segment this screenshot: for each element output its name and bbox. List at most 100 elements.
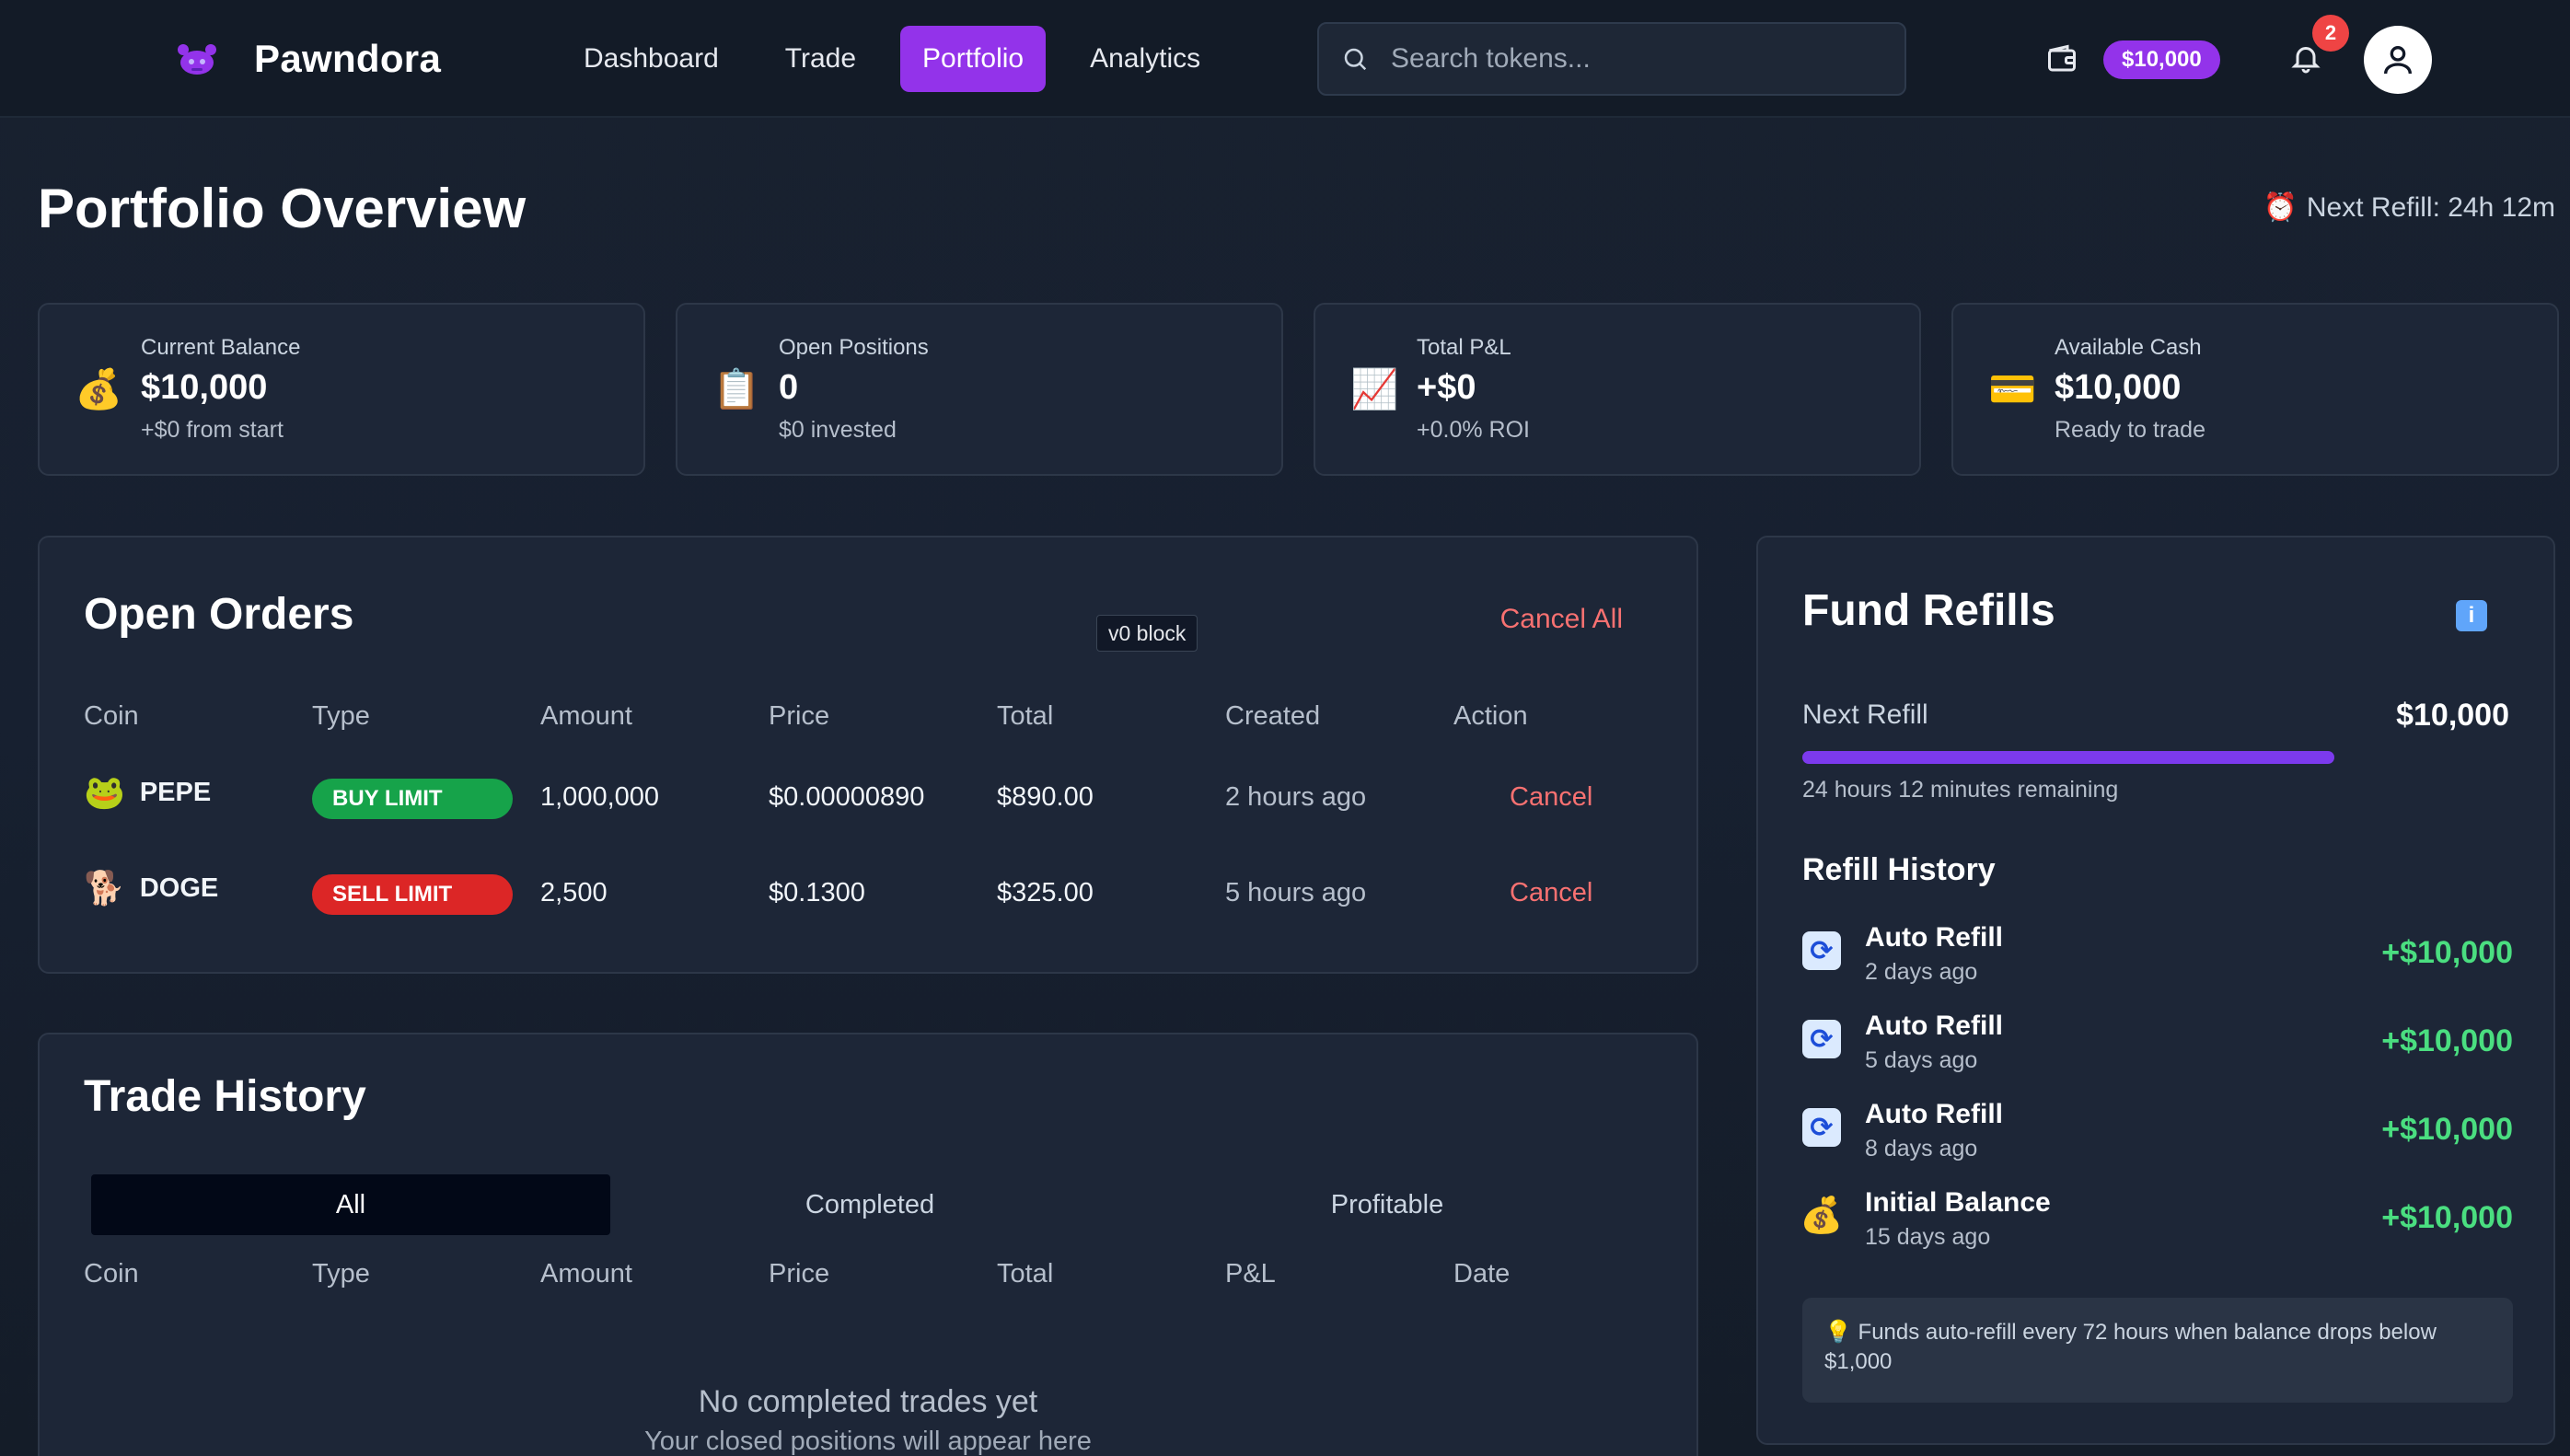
column-header-coin: Coin [84,701,139,731]
refill-when: 15 days ago [1865,1224,1991,1250]
trade-history-title: Trade History [84,1072,366,1121]
nav-portfolio[interactable]: Portfolio [900,26,1047,92]
cancel-order-button[interactable]: Cancel [1510,878,1592,908]
refill-amount: +$10,000 [2381,1112,2513,1147]
user-icon [2384,46,2412,75]
next-refill-text: Next Refill: 24h 12m [2306,191,2555,223]
stat-value: $10,000 [141,368,268,407]
top-navbar: Pawndora Dashboard Trade Portfolio Analy… [0,0,2570,118]
column-header-type: Type [312,701,370,731]
info-icon[interactable]: i [2456,600,2487,631]
column-header-total: Total [997,701,1054,731]
cancel-order-button[interactable]: Cancel [1510,782,1592,813]
coin-symbol: PEPE [139,777,212,807]
trade-history-panel: Trade History All Completed Profitable C… [38,1033,1698,1456]
stat-label: Current Balance [141,335,301,360]
balance-pill[interactable]: $10,000 [2103,40,2220,79]
refill-amount: +$10,000 [2381,1200,2513,1235]
alarm-clock-icon: ⏰ [2263,192,2298,223]
refresh-icon: ⟳ [1802,931,1841,970]
search-input[interactable] [1391,43,1888,75]
order-created: 5 hours ago [1225,878,1367,907]
next-refill-label: Next Refill [1802,699,1928,730]
column-header-amount: Amount [540,701,632,731]
refresh-icon: ⟳ [1802,1020,1841,1058]
order-type-badge: SELL LIMIT [312,874,513,915]
avatar[interactable] [2364,26,2432,94]
stat-sub: +0.0% ROI [1417,417,1530,443]
column-header-action: Action [1453,701,1528,731]
dog-icon: 🐕 [84,869,125,907]
search-bar[interactable] [1317,22,1906,96]
empty-state-subtitle: Your closed positions will appear here [644,1427,1092,1456]
refill-name: Auto Refill [1865,922,2003,953]
brand-name: Pawndora [254,37,442,80]
column-header-total: Total [997,1259,1054,1288]
tab-completed[interactable]: Completed [610,1174,1129,1235]
wallet-icon[interactable] [2045,42,2078,75]
stat-card-positions: 📋 Open Positions 0 $0 invested [676,303,1283,476]
list-item: ⟳ Auto Refill 2 days ago +$10,000 [1802,922,2513,996]
refill-time-remaining: 24 hours 12 minutes remaining [1802,777,2119,803]
empty-state-title: No completed trades yet [698,1384,1038,1419]
notification-badge: 2 [2312,15,2349,52]
stat-value: $10,000 [2055,368,2182,407]
column-header-price: Price [769,1259,830,1288]
cancel-all-button[interactable]: Cancel All [1500,604,1623,635]
column-header-amount: Amount [540,1259,632,1288]
refill-amount: +$10,000 [2381,1023,2513,1058]
v0-block-tooltip: v0 block [1096,615,1198,652]
list-item: ⟳ Auto Refill 8 days ago +$10,000 [1802,1099,2513,1173]
stat-label: Open Positions [779,335,929,360]
refill-when: 5 days ago [1865,1047,1978,1073]
clipboard-icon: 📋 [712,366,761,410]
page-title: Portfolio Overview [38,178,527,239]
stat-sub: $0 invested [779,417,897,443]
next-refill-amount: $10,000 [2396,698,2509,733]
fund-refills-panel: Fund Refills i Next Refill $10,000 24 ho… [1756,536,2555,1445]
table-row-coin: 🐸 PEPE [84,773,211,812]
refill-name: Auto Refill [1865,1011,2003,1041]
order-total: $325.00 [997,878,1094,907]
search-icon [1344,48,1367,71]
stat-card-pnl: 📈 Total P&L +$0 +0.0% ROI [1314,303,1921,476]
refill-info-note: 💡 Funds auto-refill every 72 hours when … [1802,1298,2513,1403]
refill-name: Auto Refill [1865,1099,2003,1129]
stat-card-cash: 💳 Available Cash $10,000 Ready to trade [1951,303,2559,476]
nav-analytics[interactable]: Analytics [1068,26,1222,92]
paw-logo-icon [178,44,216,75]
next-refill-timer: ⏰ Next Refill: 24h 12m [2263,191,2555,224]
refill-amount: +$10,000 [2381,935,2513,970]
nav-trade[interactable]: Trade [763,26,878,92]
list-item: ⟳ Auto Refill 5 days ago +$10,000 [1802,1011,2513,1084]
brand[interactable]: Pawndora [171,33,441,85]
stat-value: 0 [779,368,799,407]
order-total: $890.00 [997,782,1094,812]
column-header-coin: Coin [84,1259,139,1288]
open-orders-panel: Open Orders v0 block Cancel All Coin Typ… [38,536,1698,974]
coin-symbol: DOGE [139,872,219,903]
column-header-type: Type [312,1259,370,1288]
order-created: 2 hours ago [1225,782,1367,812]
order-type-badge: BUY LIMIT [312,779,513,819]
stat-sub: +$0 from start [141,417,284,443]
refill-when: 2 days ago [1865,959,1978,985]
list-item: 💰 Initial Balance 15 days ago +$10,000 [1800,1187,2513,1261]
tab-profitable[interactable]: Profitable [1128,1174,1647,1235]
stat-card-balance: 💰 Current Balance $10,000 +$0 from start [38,303,645,476]
main-nav: Dashboard Trade Portfolio Analytics [561,26,1222,92]
refresh-icon: ⟳ [1802,1108,1841,1147]
chart-up-icon: 📈 [1350,366,1399,410]
order-price: $0.1300 [769,878,865,907]
table-row-coin: 🐕 DOGE [84,869,218,907]
column-header-price: Price [769,701,830,731]
fund-refills-title: Fund Refills [1802,586,2055,635]
tab-all[interactable]: All [91,1174,610,1235]
refill-history-title: Refill History [1802,852,1996,887]
refill-name: Initial Balance [1865,1187,2051,1218]
column-header-created: Created [1225,701,1321,731]
nav-dashboard[interactable]: Dashboard [561,26,741,92]
open-orders-title: Open Orders [84,590,354,639]
refill-progress-bar [1802,751,2511,764]
refill-progress-fill [1802,751,2334,764]
